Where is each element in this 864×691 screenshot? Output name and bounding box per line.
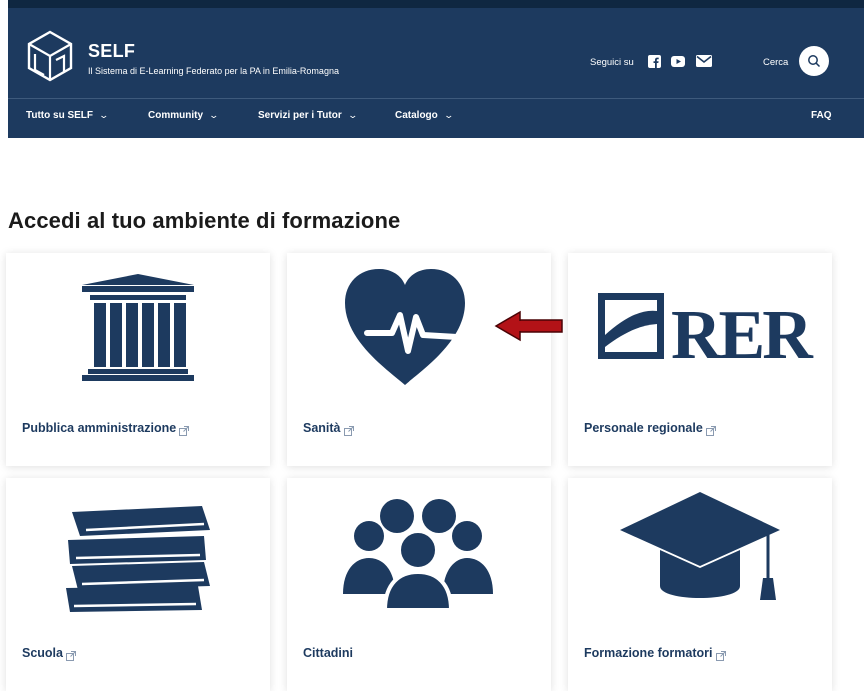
rer-logo: RER — [598, 293, 817, 374]
card-label: Cittadini — [303, 646, 353, 660]
page-title: Accedi al tuo ambiente di formazione — [8, 208, 401, 233]
card-label: Personale regionale — [584, 421, 716, 436]
external-link-icon — [705, 425, 716, 436]
chevron-down-icon: ⌄ — [98, 110, 110, 120]
external-link-icon — [66, 650, 76, 661]
building-icon — [82, 274, 194, 381]
top-strip — [8, 0, 864, 8]
books-icon — [66, 506, 210, 612]
nav-item-tutto-su-self[interactable]: Tutto su SELF ⌄ — [26, 110, 110, 121]
facebook-icon[interactable] — [646, 53, 662, 69]
nav-item-servizi-per-i-tutor[interactable]: Servizi per i Tutor ⌄ — [258, 110, 358, 121]
external-link-icon — [715, 650, 726, 661]
card-label: Scuola — [22, 646, 76, 661]
card-label: Pubblica amministrazione — [22, 421, 190, 436]
header-divider — [8, 98, 864, 99]
follow-label: Seguici su — [590, 57, 634, 68]
mail-icon[interactable] — [696, 53, 712, 69]
nav-item-catalogo[interactable]: Catalogo ⌄ — [395, 110, 454, 121]
chevron-down-icon: ⌄ — [347, 110, 358, 120]
chevron-down-icon: ⌄ — [208, 110, 220, 120]
main-nav: Tutto su SELF ⌄ Community ⌄ Servizi per i … — [8, 106, 864, 132]
card-label: Formazione formatori — [584, 646, 726, 661]
chevron-down-icon: ⌄ — [443, 110, 454, 120]
site-header: SELF Il Sistema di E-Learning Federato p… — [8, 8, 864, 138]
self-logo-icon[interactable] — [26, 30, 74, 82]
external-link-icon — [343, 425, 354, 436]
card-formazione-formatori[interactable]: Formazione formatori — [568, 478, 832, 691]
card-personale-regionale[interactable]: RER Personale regionale — [568, 253, 832, 466]
card-cittadini[interactable]: Cittadini — [287, 478, 551, 691]
youtube-icon[interactable] — [670, 53, 686, 69]
nav-item-faq[interactable]: FAQ — [811, 110, 832, 121]
site-brand[interactable]: SELF — [88, 41, 135, 62]
red-arrow-icon — [494, 310, 563, 342]
people-icon — [343, 499, 493, 612]
nav-item-community[interactable]: Community ⌄ — [148, 110, 220, 121]
card-label: Sanità — [303, 421, 354, 436]
search-label: Cerca — [763, 57, 789, 68]
graduation-cap-icon — [620, 492, 780, 600]
external-link-icon — [179, 425, 190, 436]
site-tagline: Il Sistema di E-Learning Federato per la… — [88, 66, 339, 76]
card-sanita[interactable]: Sanità — [287, 253, 551, 466]
search-button[interactable] — [799, 46, 829, 76]
svg-text:RER: RER — [671, 297, 814, 374]
card-scuola[interactable]: Scuola — [6, 478, 270, 691]
search-icon — [808, 55, 821, 68]
card-pubblica-amministrazione[interactable]: Pubblica amministrazione — [6, 253, 270, 466]
